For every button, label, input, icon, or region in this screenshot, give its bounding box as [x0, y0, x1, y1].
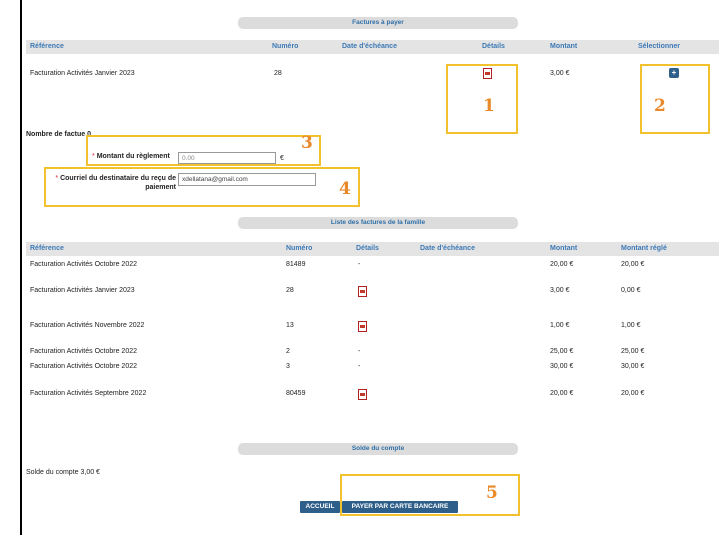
- invoice-count: Nombre de factue 0: [26, 131, 91, 138]
- row-numero: 28: [274, 70, 282, 77]
- family-invoices-title: Liste des factures de la famille: [238, 217, 518, 229]
- table-row: Facturation Activités Janvier 2023 28 3,…: [26, 285, 719, 297]
- row-regle: 25,00 €: [621, 348, 645, 355]
- annotation-number-5: 5: [486, 483, 498, 503]
- invoice-count-label: Nombre de factu: [26, 131, 82, 138]
- row-regle: 20,00 €: [621, 390, 645, 397]
- row-reference: Facturation Activités Octobre 2022: [30, 363, 137, 370]
- balance-title: Solde du compte: [238, 443, 518, 455]
- col-montant: Montant: [550, 43, 578, 50]
- col-date: Date d'échéance: [420, 245, 475, 252]
- required-mark: *: [55, 175, 59, 182]
- row-montant: 1,00 €: [550, 322, 570, 329]
- row-montant: 20,00 €: [550, 390, 574, 397]
- col-numero: Numéro: [286, 245, 313, 252]
- row-regle: 0,00 €: [621, 287, 641, 294]
- pdf-icon[interactable]: [358, 286, 367, 297]
- row-reference: Facturation Activités Janvier 2023: [30, 70, 135, 77]
- row-numero: 81489: [286, 261, 306, 268]
- row-regle: 20,00 €: [621, 261, 645, 268]
- email-label-line2: paiement: [145, 184, 176, 191]
- annotation-number-3: 3: [301, 133, 313, 153]
- row-details: -: [358, 261, 361, 268]
- annotation-box-2: [640, 64, 710, 134]
- balance-text: Solde du compte 3,00 €: [26, 469, 100, 476]
- row-montant: 3,00 €: [550, 70, 570, 77]
- row-montant: 3,00 €: [550, 287, 570, 294]
- pdf-icon[interactable]: [358, 321, 367, 332]
- row-reference: Facturation Activités Octobre 2022: [30, 348, 137, 355]
- col-details: Détails: [482, 43, 505, 50]
- row-reference: Facturation Activités Janvier 2023: [30, 287, 135, 294]
- table-row: Facturation Activités Janvier 2023 28 3,…: [26, 68, 719, 80]
- row-reference: Facturation Activités Octobre 2022: [30, 261, 137, 268]
- col-montant-regle: Montant réglé: [621, 245, 667, 252]
- home-button[interactable]: ACCUEIL: [300, 501, 340, 513]
- email-label-line1: Courriel du destinataire du reçu de: [60, 175, 176, 182]
- row-numero: 3: [286, 363, 290, 370]
- table-row: Facturation Activités Novembre 2022 13 1…: [26, 320, 719, 332]
- row-details: -: [358, 348, 361, 355]
- currency-symbol: €: [280, 155, 284, 162]
- row-reference: Facturation Activités Septembre 2022: [30, 390, 147, 397]
- col-date: Date d'échéance: [342, 43, 397, 50]
- table-row: Facturation Activités Octobre 2022 2 - 2…: [26, 346, 719, 358]
- payment-amount-input[interactable]: 0.00: [178, 152, 276, 164]
- col-reference: Référence: [30, 245, 64, 252]
- col-numero: Numéro: [272, 43, 299, 50]
- annotation-number-4: 4: [339, 179, 351, 199]
- pdf-icon[interactable]: [358, 389, 367, 400]
- payment-amount-label-wrap: * Montant du règlement: [92, 153, 170, 160]
- table-row: Facturation Activités Septembre 2022 804…: [26, 388, 719, 400]
- row-montant: 20,00 €: [550, 261, 574, 268]
- row-details: -: [358, 363, 361, 370]
- row-montant: 25,00 €: [550, 348, 574, 355]
- col-reference: Référence: [30, 43, 64, 50]
- email-input[interactable]: xdellatana@gmail.com: [178, 173, 316, 186]
- row-montant: 30,00 €: [550, 363, 574, 370]
- required-mark: *: [92, 153, 95, 160]
- table-row: Facturation Activités Octobre 2022 3 - 3…: [26, 361, 719, 373]
- invoices-to-pay-header: Référence Numéro Date d'échéance Détails…: [26, 40, 719, 54]
- annotation-box-1: [446, 64, 518, 134]
- family-invoices-header: Référence Numéro Détails Date d'échéance…: [26, 242, 719, 256]
- col-details: Détails: [356, 245, 379, 252]
- row-numero: 13: [286, 322, 294, 329]
- pay-by-card-button[interactable]: PAYER PAR CARTE BANCAIRE: [342, 501, 458, 513]
- row-numero: 2: [286, 348, 290, 355]
- row-regle: 30,00 €: [621, 363, 645, 370]
- email-label-wrap: * Courriel du destinataire du reçu de pa…: [46, 174, 176, 192]
- annotation-number-1: 1: [483, 96, 495, 116]
- row-numero: 28: [286, 287, 294, 294]
- row-regle: 1,00 €: [621, 322, 641, 329]
- payment-amount-label: Montant du règlement: [96, 153, 170, 160]
- row-numero: 80459: [286, 390, 306, 397]
- annotation-number-2: 2: [654, 96, 666, 116]
- col-selectionner: Sélectionner: [638, 43, 681, 50]
- col-montant: Montant: [550, 245, 578, 252]
- invoices-to-pay-title: Factures à payer: [238, 17, 518, 29]
- row-reference: Facturation Activités Novembre 2022: [30, 322, 145, 329]
- table-row: Facturation Activités Octobre 2022 81489…: [26, 259, 719, 271]
